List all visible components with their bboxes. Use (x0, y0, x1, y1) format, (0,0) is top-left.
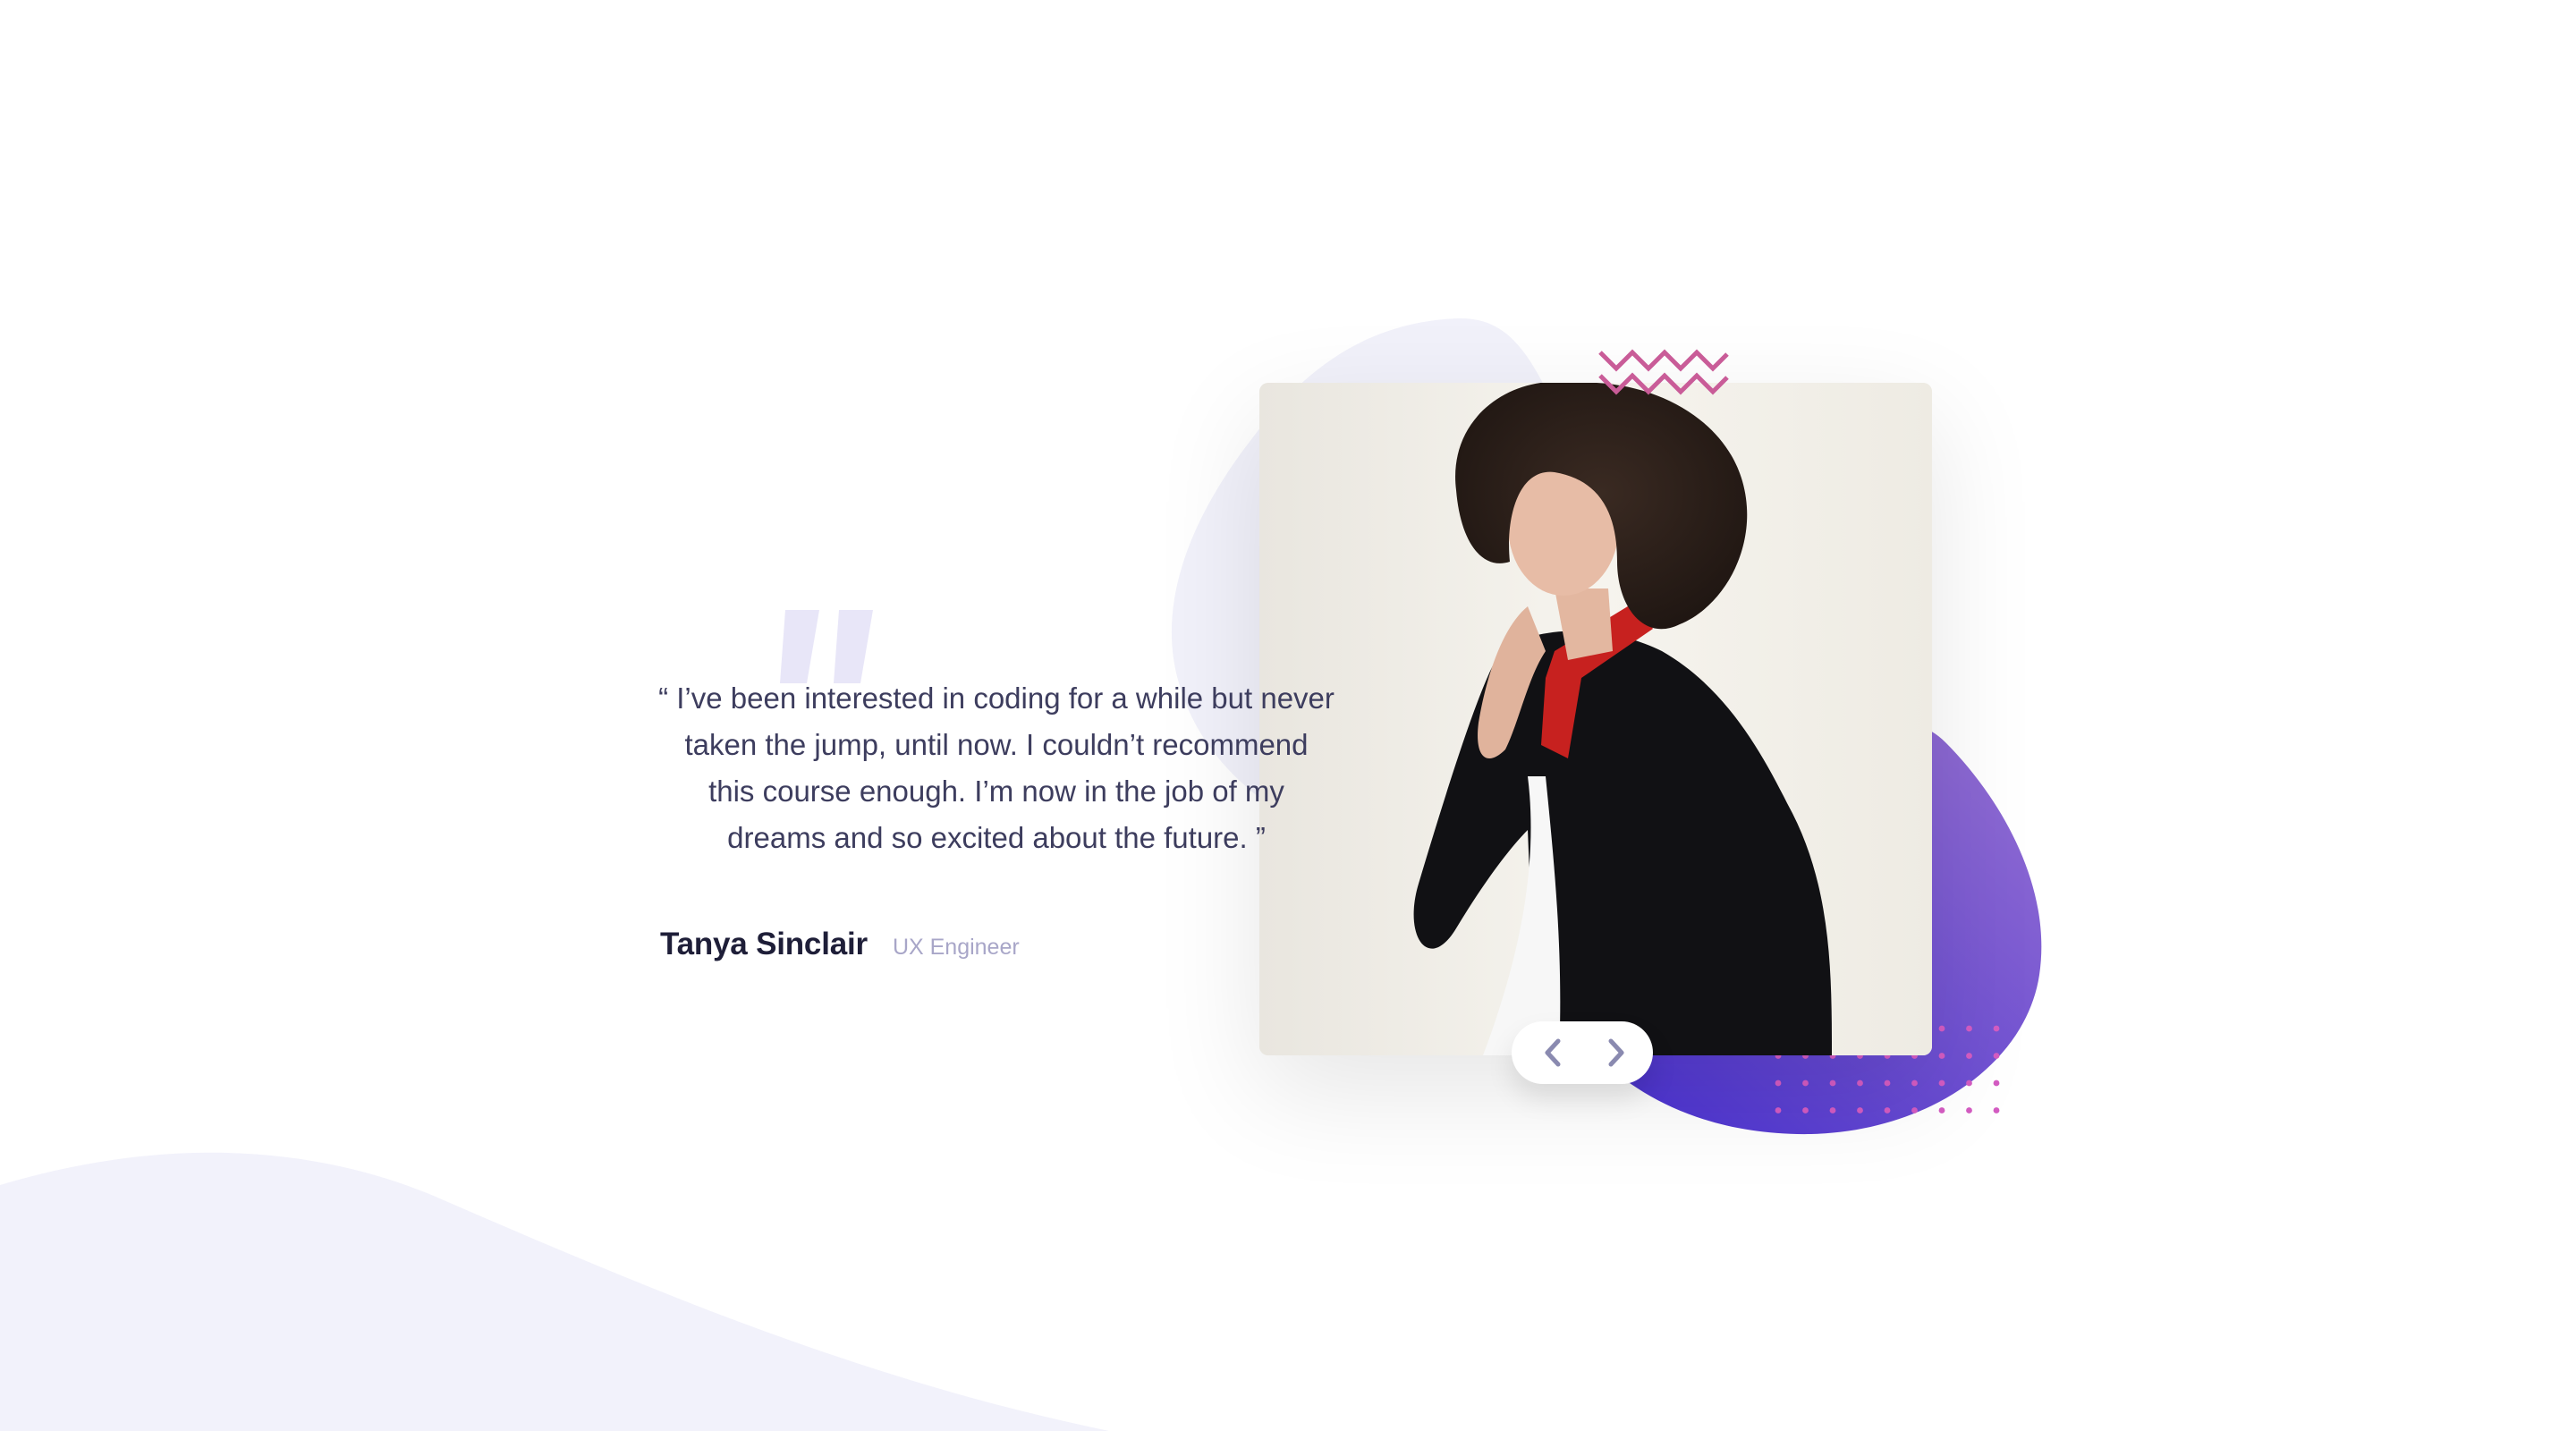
slider-navigation (1512, 1021, 1653, 1084)
zigzag-decoration (1598, 349, 1729, 395)
author-name: Tanya Sinclair (660, 927, 868, 961)
dot (1884, 1107, 1891, 1113)
dot (1775, 1107, 1782, 1113)
dot (1938, 1025, 1945, 1032)
dot (1938, 1080, 1945, 1087)
dot (1966, 1025, 1972, 1032)
chevron-left-icon (1545, 1038, 1561, 1067)
next-button[interactable] (1599, 1032, 1633, 1073)
dot (1802, 1080, 1809, 1087)
chevron-right-icon (1608, 1038, 1624, 1067)
dot (1911, 1080, 1918, 1087)
dot (1829, 1080, 1836, 1087)
dot (1966, 1080, 1972, 1087)
author-role: UX Engineer (892, 935, 1020, 960)
dot (1911, 1107, 1918, 1113)
dot (1966, 1107, 1972, 1113)
author-info: Tanya Sinclair UX Engineer (660, 927, 1020, 962)
profile-photo (1259, 383, 1932, 1055)
dot (1884, 1080, 1891, 1087)
previous-button[interactable] (1536, 1032, 1570, 1073)
testimonial-quote: “ I’ve been interested in coding for a w… (658, 682, 1335, 854)
dot (1966, 1053, 1972, 1059)
dot (1993, 1025, 2000, 1032)
dot (1993, 1080, 2000, 1087)
dot (1938, 1053, 1945, 1059)
dot (1993, 1107, 2000, 1113)
background-wave (0, 1152, 1109, 1431)
dot (1938, 1107, 1945, 1113)
quote-mark-icon (780, 610, 873, 683)
dot (1993, 1053, 2000, 1059)
dot (1829, 1107, 1836, 1113)
dot (1802, 1107, 1809, 1113)
dot (1857, 1080, 1863, 1087)
dot (1857, 1107, 1863, 1113)
dot (1775, 1080, 1782, 1087)
